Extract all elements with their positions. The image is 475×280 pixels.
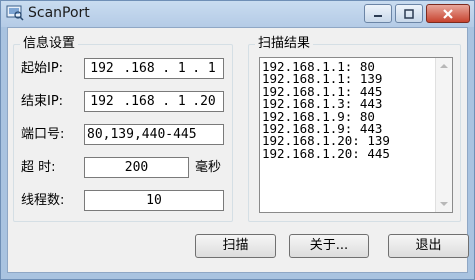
start-ip-octet-1[interactable]: 192 <box>85 59 119 78</box>
scan-results-group: 扫描结果 192.168.1.1: 80 192.168.1.1: 139 19… <box>248 36 461 222</box>
end-ip-octet-2[interactable]: .168 <box>119 92 159 111</box>
timeout-label: 超 时: <box>21 160 56 175</box>
app-icon <box>6 5 24 21</box>
end-ip-input[interactable]: 192 .168 . 1 .20 <box>84 91 224 112</box>
title-bar[interactable]: ScanPort <box>1 1 474 27</box>
start-ip-octet-2[interactable]: .168 <box>119 59 159 78</box>
scan-results-title: 扫描结果 <box>255 36 314 52</box>
maximize-icon <box>404 8 414 19</box>
results-list: 192.168.1.1: 80 192.168.1.1: 139 192.168… <box>262 60 432 160</box>
close-icon <box>443 8 453 19</box>
scanport-window: ScanPort 信息设置 起始IP: 192 .168 . 1 . 1 结束I… <box>0 0 475 280</box>
exit-button[interactable]: 退出 <box>388 234 469 258</box>
end-ip-octet-4[interactable]: .20 <box>189 92 219 111</box>
info-settings-title: 信息设置 <box>20 36 79 52</box>
about-button[interactable]: 关于... <box>289 234 369 258</box>
start-ip-octet-4[interactable]: . 1 <box>189 59 219 78</box>
threads-input[interactable]: 10 <box>84 190 224 211</box>
close-button[interactable] <box>426 4 470 23</box>
timeout-unit: 毫秒 <box>195 160 222 175</box>
start-ip-label: 起始IP: <box>21 61 64 76</box>
end-ip-label: 结束IP: <box>21 94 64 109</box>
client-area: 信息设置 起始IP: 192 .168 . 1 . 1 结束IP: 192 .1… <box>7 27 469 273</box>
minimize-button[interactable] <box>364 4 392 23</box>
results-listbox[interactable]: 192.168.1.1: 80 192.168.1.1: 139 192.168… <box>259 57 453 213</box>
timeout-input[interactable]: 200 <box>84 157 189 178</box>
scan-button[interactable]: 扫描 <box>195 234 276 258</box>
list-item[interactable]: 192.168.1.20: 445 <box>262 147 432 160</box>
window-title: ScanPort <box>28 5 90 21</box>
results-scrollbar[interactable] <box>435 58 452 212</box>
scroll-up-icon[interactable] <box>440 64 448 68</box>
threads-label: 线程数: <box>21 193 65 208</box>
info-settings-group: 信息设置 起始IP: 192 .168 . 1 . 1 结束IP: 192 .1… <box>13 36 233 222</box>
port-input[interactable]: 80,139,440-445 <box>84 124 224 145</box>
end-ip-octet-3[interactable]: . 1 <box>159 92 189 111</box>
scroll-down-icon[interactable] <box>440 202 448 206</box>
start-ip-input[interactable]: 192 .168 . 1 . 1 <box>84 58 224 79</box>
maximize-button[interactable] <box>395 4 423 23</box>
minimize-icon <box>374 14 382 17</box>
end-ip-octet-1[interactable]: 192 <box>85 92 119 111</box>
start-ip-octet-3[interactable]: . 1 <box>159 59 189 78</box>
port-label: 端口号: <box>21 127 65 142</box>
